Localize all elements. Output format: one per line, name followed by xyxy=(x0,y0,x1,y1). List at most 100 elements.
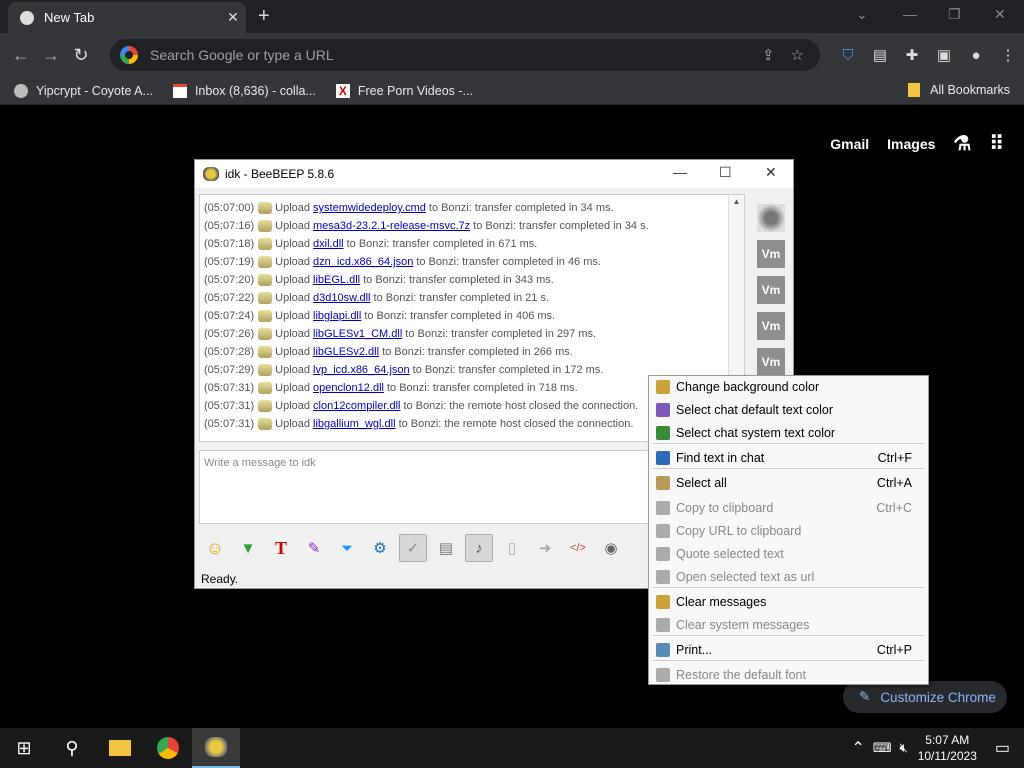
file-explorer-icon[interactable] xyxy=(96,728,144,768)
file-link[interactable]: systemwidedeploy.cmd xyxy=(313,199,426,217)
quote-icon xyxy=(656,547,670,561)
menu-item-label: Print... xyxy=(676,643,713,657)
gmail-link[interactable]: Gmail xyxy=(830,136,869,152)
forward-icon[interactable]: ➜ xyxy=(531,534,559,562)
code-icon[interactable]: </> xyxy=(564,534,592,562)
minimize-button[interactable]: — xyxy=(903,6,917,22)
globe-icon xyxy=(14,83,28,98)
share-icon[interactable]: ⇪ xyxy=(762,46,775,64)
record-icon[interactable]: ◉ xyxy=(597,534,625,562)
beebeep-taskbar-icon[interactable] xyxy=(192,728,240,768)
maximize-button[interactable]: ☐ xyxy=(719,164,732,181)
puzzle-icon[interactable]: ✚ xyxy=(896,46,928,64)
message-input[interactable]: Write a message to idk xyxy=(199,450,669,524)
file-link[interactable]: dzn_icd.x86_64.json xyxy=(313,253,413,271)
color-icon[interactable]: ✎ xyxy=(300,534,328,562)
chat-timestamp: (05:07:28) xyxy=(204,346,255,358)
file-link[interactable]: openclon12.dll xyxy=(313,379,384,397)
gmail-icon xyxy=(172,83,187,98)
reload-icon[interactable]: ↻ xyxy=(66,45,96,66)
file-link[interactable]: mesa3d-23.2.1-release-msvc.7z xyxy=(313,217,470,235)
menu-item[interactable]: Select chat system text color xyxy=(649,422,928,444)
menu-item: Open selected text as url xyxy=(649,566,928,588)
close-button[interactable]: ✕ xyxy=(765,164,777,181)
images-link[interactable]: Images xyxy=(887,136,935,152)
chevron-up-icon[interactable]: ⌃ xyxy=(851,738,864,758)
text-format-icon[interactable]: ▤ xyxy=(432,534,460,562)
bookmark-item[interactable]: Yipcrypt - Coyote A... xyxy=(14,83,153,98)
tab-new-tab[interactable]: New Tab ✕ xyxy=(8,2,246,33)
spellcheck-icon[interactable]: ✓ xyxy=(399,534,427,562)
file-link[interactable]: libgallium_wgl.dll xyxy=(313,415,396,433)
filter-icon[interactable]: ⏷ xyxy=(333,534,361,562)
file-link[interactable]: libGLESv1_CM.dll xyxy=(313,325,402,343)
menu-item[interactable]: Print... Ctrl+P xyxy=(649,639,928,661)
extension-icon[interactable]: ▤ xyxy=(864,46,896,64)
side-panel-icon[interactable]: ▣ xyxy=(928,46,960,64)
user-avatar[interactable]: Vm xyxy=(757,348,785,376)
menu-item[interactable]: Clear messages xyxy=(649,591,928,613)
close-window-button[interactable]: ✕ xyxy=(994,6,1006,23)
profile-icon[interactable]: ● xyxy=(960,47,992,64)
bookmark-item[interactable]: Inbox (8,636) - colla... xyxy=(172,83,316,98)
document-icon[interactable]: ▯ xyxy=(498,534,526,562)
labs-flask-icon[interactable]: ⚗ xyxy=(953,131,971,156)
menu-item[interactable]: Select all Ctrl+A xyxy=(649,472,928,494)
chat-timestamp: (05:07:31) xyxy=(204,400,255,412)
chrome-taskbar-icon[interactable] xyxy=(144,728,192,768)
menu-item: Restore the default font xyxy=(649,664,928,686)
menu-item[interactable]: Select chat default text color xyxy=(649,399,928,421)
bonzi-avatar[interactable] xyxy=(757,204,785,232)
settings-icon[interactable]: ⚙ xyxy=(366,534,394,562)
volume-muted-icon[interactable]: 🔇︎ xyxy=(900,740,908,756)
transfer-status: to Bonzi: transfer completed in 406 ms. xyxy=(364,310,556,322)
network-icon[interactable]: ⌨ xyxy=(873,740,892,756)
send-file-icon[interactable]: ▼ xyxy=(234,534,262,562)
menu-dots-icon[interactable]: ⋮ xyxy=(992,46,1024,64)
menu-item[interactable]: Find text in chat Ctrl+F xyxy=(649,447,928,469)
file-link[interactable]: clon12compiler.dll xyxy=(313,397,400,415)
music-icon[interactable]: ♪ xyxy=(465,534,493,562)
chat-line: (05:07:22) Upload d3d10sw.dll to Bonzi: tra… xyxy=(204,289,744,307)
file-link[interactable]: libglapi.dll xyxy=(313,307,361,325)
upload-icon xyxy=(258,346,273,358)
bookmark-star-icon[interactable]: ☆ xyxy=(791,46,804,64)
clock[interactable]: 5:07 AM 10/11/2023 xyxy=(918,732,977,764)
upload-icon xyxy=(258,400,273,412)
minimize-button[interactable]: — xyxy=(673,164,687,180)
emoji-icon[interactable]: ☺ xyxy=(201,534,229,562)
chat-line: (05:07:00) Upload systemwidedeploy.cmd to B… xyxy=(204,199,744,217)
apps-grid-icon[interactable]: ⠿ xyxy=(989,131,1004,156)
menu-item-label: Change background color xyxy=(676,380,820,394)
file-link[interactable]: d3d10sw.dll xyxy=(313,289,371,307)
back-icon[interactable]: ← xyxy=(6,45,36,66)
start-windows-icon[interactable]: ⊞ xyxy=(0,728,48,768)
close-tab-icon[interactable]: ✕ xyxy=(224,9,242,26)
chat-line: (05:07:26) Upload libGLESv1_CM.dll to Bonzi… xyxy=(204,325,744,343)
file-link[interactable]: dxil.dll xyxy=(313,235,344,253)
scroll-up-icon[interactable]: ▲ xyxy=(729,197,744,206)
user-avatar[interactable]: Vm xyxy=(757,276,785,304)
bookmark-item[interactable]: X Free Porn Videos -... xyxy=(335,83,473,98)
omnibox[interactable]: Search Google or type a URL ⇪ ☆ xyxy=(110,39,820,71)
user-avatar[interactable]: Vm xyxy=(757,240,785,268)
chat-timestamp: (05:07:18) xyxy=(204,238,255,250)
user-avatar[interactable]: Vm xyxy=(757,312,785,340)
all-bookmarks-button[interactable]: All Bookmarks xyxy=(908,83,1010,97)
file-link[interactable]: libEGL.dll xyxy=(313,271,360,289)
chat-timestamp: (05:07:24) xyxy=(204,310,255,322)
upload-icon xyxy=(258,274,273,286)
tab-search-icon[interactable]: ⌄ xyxy=(856,6,868,23)
file-link[interactable]: libGLESv2.dll xyxy=(313,343,379,361)
file-link[interactable]: lvp_icd.x86_64.json xyxy=(313,361,410,379)
omnibox-placeholder: Search Google or type a URL xyxy=(150,47,334,63)
forward-icon[interactable]: → xyxy=(36,45,66,66)
search-icon[interactable]: ⚲ xyxy=(48,728,96,768)
shield-extension-icon[interactable]: ⛉ xyxy=(832,47,864,64)
restore-button[interactable]: ❐ xyxy=(948,6,961,23)
notification-icon[interactable]: ▭ xyxy=(995,738,1010,758)
menu-item[interactable]: Change background color xyxy=(649,376,928,398)
upload-label: Upload xyxy=(275,382,311,394)
new-tab-button[interactable]: + xyxy=(258,6,270,26)
font-icon[interactable]: T xyxy=(267,534,295,562)
